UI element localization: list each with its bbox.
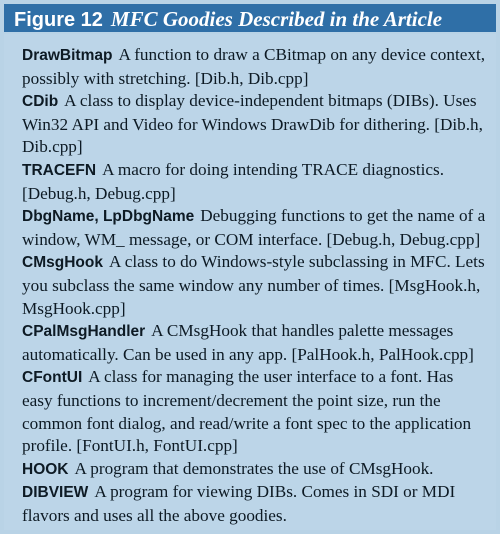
entry-term: CFontUI: [22, 369, 83, 387]
entry-term: DIBVIEW: [22, 484, 89, 502]
entry-drawbitmap: DrawBitmap A function to draw a CBitmap o…: [22, 44, 486, 90]
entry-dbgname: DbgName, LpDbgName Debugging functions to…: [22, 205, 486, 251]
figure-header: Figure 12 MFC Goodies Described in the Ar…: [4, 4, 496, 32]
entry-cpalmsghandler: CPalMsgHandler A CMsgHook that handles pa…: [22, 320, 486, 366]
entry-term: CDib: [22, 93, 59, 111]
entry-hook: HOOK A program that demonstrates the use …: [22, 458, 486, 482]
entry-term: DbgName, LpDbgName: [22, 208, 195, 226]
entry-description: A program that demonstrates the use of C…: [74, 458, 434, 478]
entry-term: CPalMsgHandler: [22, 323, 146, 341]
figure-title: MFC Goodies Described in the Article: [110, 7, 443, 31]
entry-term: CMsgHook: [22, 254, 103, 272]
figure-box: Figure 12 MFC Goodies Described in the Ar…: [0, 0, 500, 534]
entry-term: TRACEFN: [22, 161, 97, 179]
figure-number: Figure 12: [14, 9, 103, 31]
figure-body: DrawBitmap A function to draw a CBitmap o…: [4, 34, 496, 530]
entry-dibview: DIBVIEW A program for viewing DIBs. Comes…: [22, 481, 486, 527]
entry-description: A class to display device-independent bi…: [22, 91, 483, 157]
entry-description: A class for managing the user interface …: [22, 367, 472, 456]
entry-tracefn: TRACEFN A macro for doing intending TRACE…: [22, 159, 486, 205]
entry-term: DrawBitmap: [22, 47, 113, 64]
entry-cmsghook: CMsgHook A class to do Windows-style subc…: [22, 251, 486, 320]
entry-cdib: CDib A class to display device-independen…: [22, 90, 486, 159]
entry-term: HOOK: [22, 460, 69, 478]
entry-cfontui: CFontUI A class for managing the user int…: [22, 366, 486, 457]
